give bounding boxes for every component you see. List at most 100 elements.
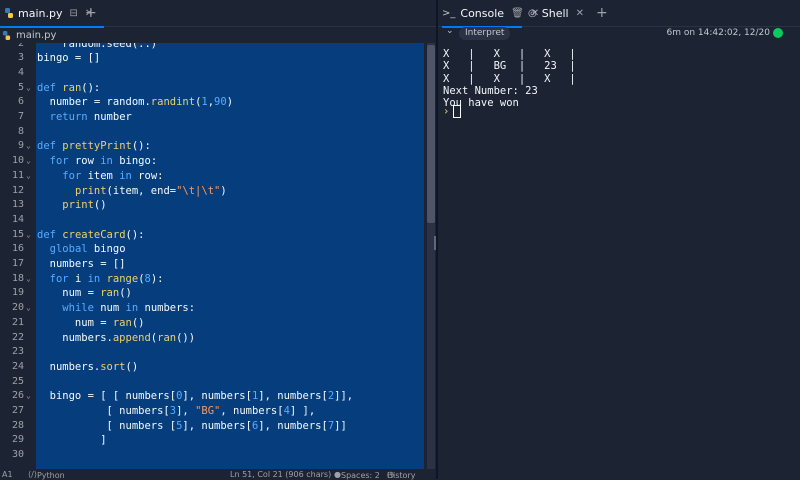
- code-text: bingo = [ [ numbers[0], numbers[1], numb…: [37, 389, 353, 404]
- fold-chevron-icon[interactable]: ⌄: [26, 154, 31, 169]
- editor-tab-bar: main.py ⊟ ✕ +: [0, 0, 436, 28]
- close-icon[interactable]: ✕: [576, 8, 584, 19]
- code-text: ]: [37, 433, 106, 448]
- code-token: print: [62, 199, 94, 212]
- breadcrumb-file: main.py: [16, 29, 57, 41]
- code-token: print: [74, 184, 107, 197]
- code-line[interactable]: 4: [0, 66, 424, 81]
- code-line[interactable]: 16 global bingo: [0, 242, 424, 257]
- code-line[interactable]: 18 ⌄ for i in range(8):: [0, 272, 424, 287]
- line-number: 11: [11, 169, 24, 181]
- code-token: ], numbers[: [182, 390, 252, 403]
- breadcrumb[interactable]: main.py: [0, 27, 436, 43]
- scrollbar-thumb[interactable]: [427, 45, 435, 223]
- code-token: [ numbers[: [37, 405, 170, 417]
- code-text: print(item, end="\t|\t"): [37, 184, 227, 199]
- code-line[interactable]: 17 numbers = []: [0, 257, 424, 272]
- clear-icon[interactable]: 🗑: [511, 8, 524, 19]
- console-prompt[interactable]: ›: [443, 105, 462, 118]
- code-line[interactable]: 10 ⌄ for row in bingo:: [0, 154, 424, 169]
- language-indicator[interactable]: ⟨/⟩ Python: [28, 470, 65, 480]
- chevron-down-icon[interactable]: ⌄: [446, 26, 454, 36]
- code-line[interactable]: 27 [ numbers[3], "BG", numbers[4] ],: [0, 404, 424, 419]
- console-output: X | X | X | X | BG | 23 | X | X | X | Ne…: [443, 48, 576, 110]
- cursor-position[interactable]: Ln 51, Col 21 (906 chars): [230, 470, 331, 479]
- code-line[interactable]: 30: [0, 448, 424, 463]
- code-token: (): [93, 199, 107, 212]
- split-view-icon[interactable]: ⊟: [69, 8, 77, 19]
- fold-chevron-icon[interactable]: ⌄: [26, 139, 31, 154]
- code-token: 90: [214, 96, 227, 109]
- code-line[interactable]: 11 ⌄ for item in row:: [0, 169, 424, 184]
- new-tab-button[interactable]: +: [596, 5, 608, 21]
- code-line[interactable]: 14: [0, 213, 424, 228]
- tab-console[interactable]: >_ Console 🗑 ✕: [442, 0, 539, 28]
- fold-chevron-icon[interactable]: ⌄: [26, 81, 31, 96]
- code-token: ]],: [334, 390, 354, 403]
- code-token: ran: [62, 81, 82, 94]
- line-number: 29: [11, 434, 24, 446]
- code-token: prettyPrint: [62, 140, 132, 153]
- new-tab-button[interactable]: +: [85, 5, 97, 21]
- code-text: for row in bingo:: [37, 154, 158, 169]
- code-line[interactable]: 5 ⌄ def ran():: [0, 81, 424, 96]
- code-line[interactable]: 8: [0, 125, 424, 140]
- line-number: 3: [17, 52, 24, 64]
- code-token: for: [49, 155, 69, 168]
- run-info: 6m on 14:42:02, 12/20: [666, 28, 770, 38]
- fold-chevron-icon[interactable]: ⌄: [26, 301, 31, 316]
- code-line[interactable]: 7 return number: [0, 110, 424, 125]
- code-line[interactable]: 23: [0, 345, 424, 360]
- code-token: (): [131, 316, 145, 329]
- code-line[interactable]: 24 numbers.sort(): [0, 360, 424, 375]
- code-line[interactable]: 6 number = random.randint(1,90): [0, 95, 424, 110]
- code-line[interactable]: 29 ]: [0, 433, 424, 448]
- code-line[interactable]: 2 random.seed(..): [0, 43, 424, 51]
- code-token: [ numbers [: [37, 419, 177, 432]
- code-text: for item in row:: [37, 169, 163, 184]
- code-text: bingo = []: [37, 51, 100, 66]
- line-number: 28: [11, 419, 24, 431]
- fold-chevron-icon[interactable]: ⌄: [26, 228, 31, 243]
- history-button[interactable]: History ◷: [387, 470, 415, 480]
- code-token: bingo:: [112, 155, 158, 168]
- code-token: range: [106, 272, 139, 285]
- code-line[interactable]: 21 num = ran(): [0, 316, 424, 331]
- code-text: num = ran(): [37, 286, 132, 301]
- code-text: def createCard():: [37, 228, 144, 243]
- code-token: def: [37, 140, 63, 153]
- code-line[interactable]: 26 ⌄ bingo = [ [ numbers[0], numbers[1], …: [0, 389, 424, 404]
- fold-chevron-icon[interactable]: ⌄: [26, 272, 31, 287]
- code-line[interactable]: 19 num = ran(): [0, 286, 424, 301]
- code-text: random.seed(..): [37, 43, 157, 51]
- fold-chevron-icon[interactable]: ⌄: [26, 389, 31, 404]
- code-token: ():: [81, 81, 101, 94]
- code-editor[interactable]: 2 random.seed(..) 3 bingo = [] 4 5 ⌄ def ran()…: [0, 43, 426, 469]
- code-line[interactable]: 15 ⌄ def createCard():: [0, 228, 424, 243]
- resize-handle[interactable]: [434, 236, 436, 250]
- code-line[interactable]: 12 print(item, end="\t|\t"): [0, 184, 424, 199]
- code-line[interactable]: 28 [ numbers [5], numbers[6], numbers[7]…: [0, 419, 424, 434]
- code-token: bingo = []: [37, 52, 101, 65]
- editor-scrollbar[interactable]: [427, 43, 435, 469]
- code-token: (): [119, 287, 132, 300]
- line-number: 19: [11, 287, 24, 299]
- tab-console-label: Console: [460, 6, 505, 20]
- code-line[interactable]: 3 bingo = []: [0, 51, 424, 66]
- code-token: bingo: [87, 243, 126, 256]
- interpret-badge[interactable]: Interpret: [459, 27, 511, 40]
- code-line[interactable]: 9 ⌄ def prettyPrint():: [0, 139, 424, 154]
- indent-setting[interactable]: ● Spaces: 2: [334, 470, 380, 480]
- code-line[interactable]: 13 print(): [0, 198, 424, 213]
- code-token: ], numbers[: [182, 419, 252, 432]
- fold-chevron-icon[interactable]: ⌄: [26, 169, 31, 184]
- tab-shell[interactable]: ◎ Shell ✕: [528, 0, 592, 26]
- code-line[interactable]: 25: [0, 375, 424, 390]
- code-token: "BG": [195, 405, 221, 417]
- code-line[interactable]: 20 ⌄ while num in numbers:: [0, 301, 424, 316]
- code-line[interactable]: 22 numbers.append(ran()): [0, 331, 424, 346]
